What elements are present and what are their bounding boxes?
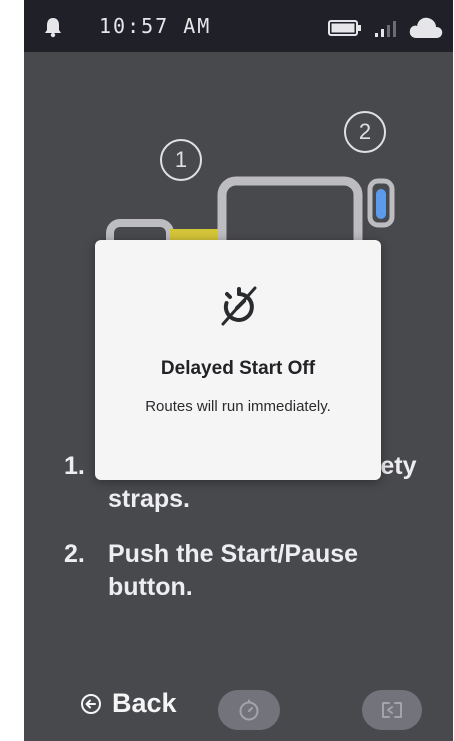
back-arrow-icon (80, 693, 102, 715)
back-button[interactable]: Back (80, 688, 177, 719)
step-marker-1: 1 (160, 139, 202, 181)
bell-icon (42, 16, 64, 43)
delay-timer-button[interactable] (218, 690, 280, 730)
battery-icon (328, 20, 362, 41)
status-time: 10:57 AM (99, 14, 212, 38)
cloud-icon (408, 14, 444, 45)
delayed-start-dialog: Delayed Start Off Routes will run immedi… (95, 240, 381, 480)
signal-icon (374, 19, 398, 42)
device-screen: 10:57 AM 1 2 1. straps. 2. Push the Star… (24, 0, 453, 741)
delay-timer-icon (239, 699, 259, 721)
swap-button[interactable] (362, 690, 422, 730)
dialog-title: Delayed Start Off (160, 358, 316, 379)
status-bar: 10:57 AM (24, 0, 453, 52)
step-text: Push the Start/Pause button. (108, 540, 359, 601)
delay-off-icon (217, 284, 261, 333)
dialog-message: Routes will run immediately. (145, 398, 331, 415)
step-marker-2: 2 (344, 111, 386, 153)
swap-icon (382, 702, 402, 718)
instruction-step: 2. Push the Start/Pause button. (64, 538, 434, 604)
step-index: 2. (64, 540, 85, 568)
back-label: Back (112, 688, 177, 718)
